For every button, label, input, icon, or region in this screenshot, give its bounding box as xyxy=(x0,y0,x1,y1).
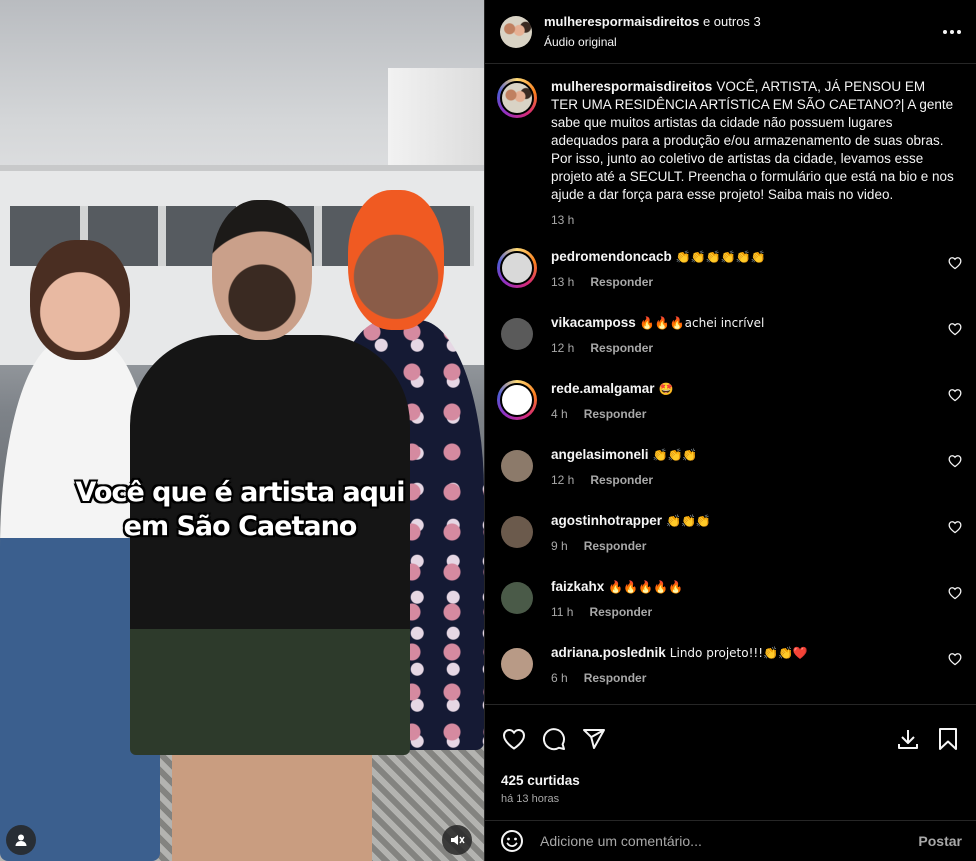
comment-item: rede.amalgamar 🤩 4 h Responder xyxy=(497,380,962,446)
download-icon xyxy=(898,730,918,749)
like-comment-icon[interactable] xyxy=(948,454,962,468)
download-button[interactable] xyxy=(895,726,921,752)
reply-button[interactable]: Responder xyxy=(584,538,647,554)
comment-item: vikacamposs 🔥🔥🔥achei incrível 12 h Respon… xyxy=(497,314,962,380)
comment-text: 👏👏👏 xyxy=(666,514,711,528)
person-center-legs xyxy=(172,740,372,861)
comment-time[interactable]: 11 h xyxy=(551,604,573,620)
video-subtitle-line2: em São Caetano xyxy=(123,511,358,542)
comment-time[interactable]: 6 h xyxy=(551,670,568,686)
person-center xyxy=(130,335,410,755)
video-player[interactable]: Você que é artista aqui em São Caetano xyxy=(0,0,484,861)
comment-time[interactable]: 4 h xyxy=(551,406,568,422)
dot-icon xyxy=(957,30,961,34)
author-avatar[interactable] xyxy=(500,15,532,48)
comment-time[interactable]: 9 h xyxy=(551,538,568,554)
coauthors-link[interactable]: e outros 3 xyxy=(703,14,761,29)
comment-item: faizkahx 🔥🔥🔥🔥🔥 11 h Responder xyxy=(497,578,962,644)
commenter-username[interactable]: adriana.poslednik xyxy=(551,645,666,660)
like-comment-icon[interactable] xyxy=(948,652,962,666)
comment-text: 👏👏👏 xyxy=(652,448,698,462)
emoji-icon[interactable] xyxy=(500,829,524,853)
comment-icon xyxy=(542,728,565,751)
reply-button[interactable]: Responder xyxy=(590,274,653,290)
commenter-username[interactable]: vikacamposs xyxy=(551,315,636,330)
like-comment-icon[interactable] xyxy=(948,388,962,402)
video-subtitle-line1: Você que é artista aqui xyxy=(75,477,406,508)
comment-item: adriana.poslednik Lindo projeto!!!👏👏❤️ 6 … xyxy=(497,644,962,704)
post-time[interactable]: há 13 horas xyxy=(501,793,961,805)
save-button[interactable] xyxy=(935,726,961,752)
comment-item: angelasimoneli 👏👏👏 12 h Responder xyxy=(497,446,962,512)
post-caption: mulherespormaisdireitos VOCÊ, ARTISTA, JÁ… xyxy=(497,78,962,228)
reply-button[interactable]: Responder xyxy=(584,670,647,686)
person-right-head xyxy=(348,190,444,330)
post-panel: mulherespormaisdireitos e outros 3 Áudio… xyxy=(484,0,976,861)
person-icon xyxy=(15,834,27,846)
comment-button[interactable] xyxy=(541,726,567,752)
audio-link[interactable]: Áudio original xyxy=(544,34,761,50)
reply-button[interactable]: Responder xyxy=(584,406,647,422)
like-comment-icon[interactable] xyxy=(948,520,962,534)
commenter-username[interactable]: angelasimoneli xyxy=(551,447,649,462)
post-header: mulherespormaisdireitos e outros 3 Áudio… xyxy=(485,0,976,64)
commenter-avatar[interactable] xyxy=(497,512,537,552)
dot-icon xyxy=(950,30,954,34)
comment-text: 🤩 xyxy=(658,382,674,396)
bookmark-icon xyxy=(939,728,957,750)
comment-item: pedromendoncacb 👏👏👏👏👏👏 13 h Responder xyxy=(497,248,962,314)
post-comment-button[interactable]: Postar xyxy=(918,833,962,849)
more-options-button[interactable] xyxy=(940,22,964,42)
caption-time[interactable]: 13 h xyxy=(551,212,574,228)
comment-input[interactable] xyxy=(540,833,909,849)
commenter-username[interactable]: rede.amalgamar xyxy=(551,381,655,396)
comment-time[interactable]: 13 h xyxy=(551,274,574,290)
heart-icon xyxy=(502,728,526,750)
author-username[interactable]: mulherespormaisdireitos xyxy=(544,14,699,29)
like-comment-icon[interactable] xyxy=(948,256,962,270)
comment-time[interactable]: 12 h xyxy=(551,340,574,356)
comment-text: 🔥🔥🔥achei incrível xyxy=(639,316,765,330)
comments-list[interactable]: mulherespormaisdireitos VOCÊ, ARTISTA, JÁ… xyxy=(485,64,976,704)
mute-button[interactable] xyxy=(442,825,472,855)
person-left-head xyxy=(30,240,130,360)
commenter-avatar[interactable] xyxy=(497,578,537,618)
likes-count[interactable]: 425 curtidas xyxy=(501,773,961,788)
video-subtitle: Você que é artista aqui em São Caetano xyxy=(60,476,420,544)
commenter-avatar[interactable] xyxy=(497,446,537,486)
dot-icon xyxy=(943,30,947,34)
comment-text: 🔥🔥🔥🔥🔥 xyxy=(608,580,683,594)
comment-text: Lindo projeto!!!👏👏❤️ xyxy=(669,646,808,660)
tagged-users-button[interactable] xyxy=(6,825,36,855)
commenter-avatar[interactable] xyxy=(497,248,537,288)
reply-button[interactable]: Responder xyxy=(589,604,652,620)
caption-avatar[interactable] xyxy=(497,78,537,118)
caption-username[interactable]: mulherespormaisdireitos xyxy=(551,79,712,94)
comment-text: 👏👏👏👏👏👏 xyxy=(675,250,766,264)
like-comment-icon[interactable] xyxy=(948,322,962,336)
send-icon xyxy=(583,729,605,749)
commenter-username[interactable]: pedromendoncacb xyxy=(551,249,672,264)
comment-time[interactable]: 12 h xyxy=(551,472,574,488)
commenter-avatar[interactable] xyxy=(497,314,537,354)
commenter-username[interactable]: agostinhotrapper xyxy=(551,513,662,528)
speaker-muted-icon xyxy=(451,835,465,845)
person-center-head xyxy=(212,200,312,340)
commenter-avatar[interactable] xyxy=(497,644,537,684)
like-button[interactable] xyxy=(501,726,527,752)
share-button[interactable] xyxy=(581,726,607,752)
post-actions: 425 curtidas há 13 horas xyxy=(485,704,976,824)
commenter-avatar[interactable] xyxy=(497,380,537,420)
caption-text: VOCÊ, ARTISTA, JÁ PENSOU EM TER UMA RESI… xyxy=(551,79,954,202)
comment-composer: Postar xyxy=(485,820,976,861)
comment-item: agostinhotrapper 👏👏👏 9 h Responder xyxy=(497,512,962,578)
reply-button[interactable]: Responder xyxy=(590,340,653,356)
commenter-username[interactable]: faizkahx xyxy=(551,579,604,594)
like-comment-icon[interactable] xyxy=(948,586,962,600)
reply-button[interactable]: Responder xyxy=(590,472,653,488)
